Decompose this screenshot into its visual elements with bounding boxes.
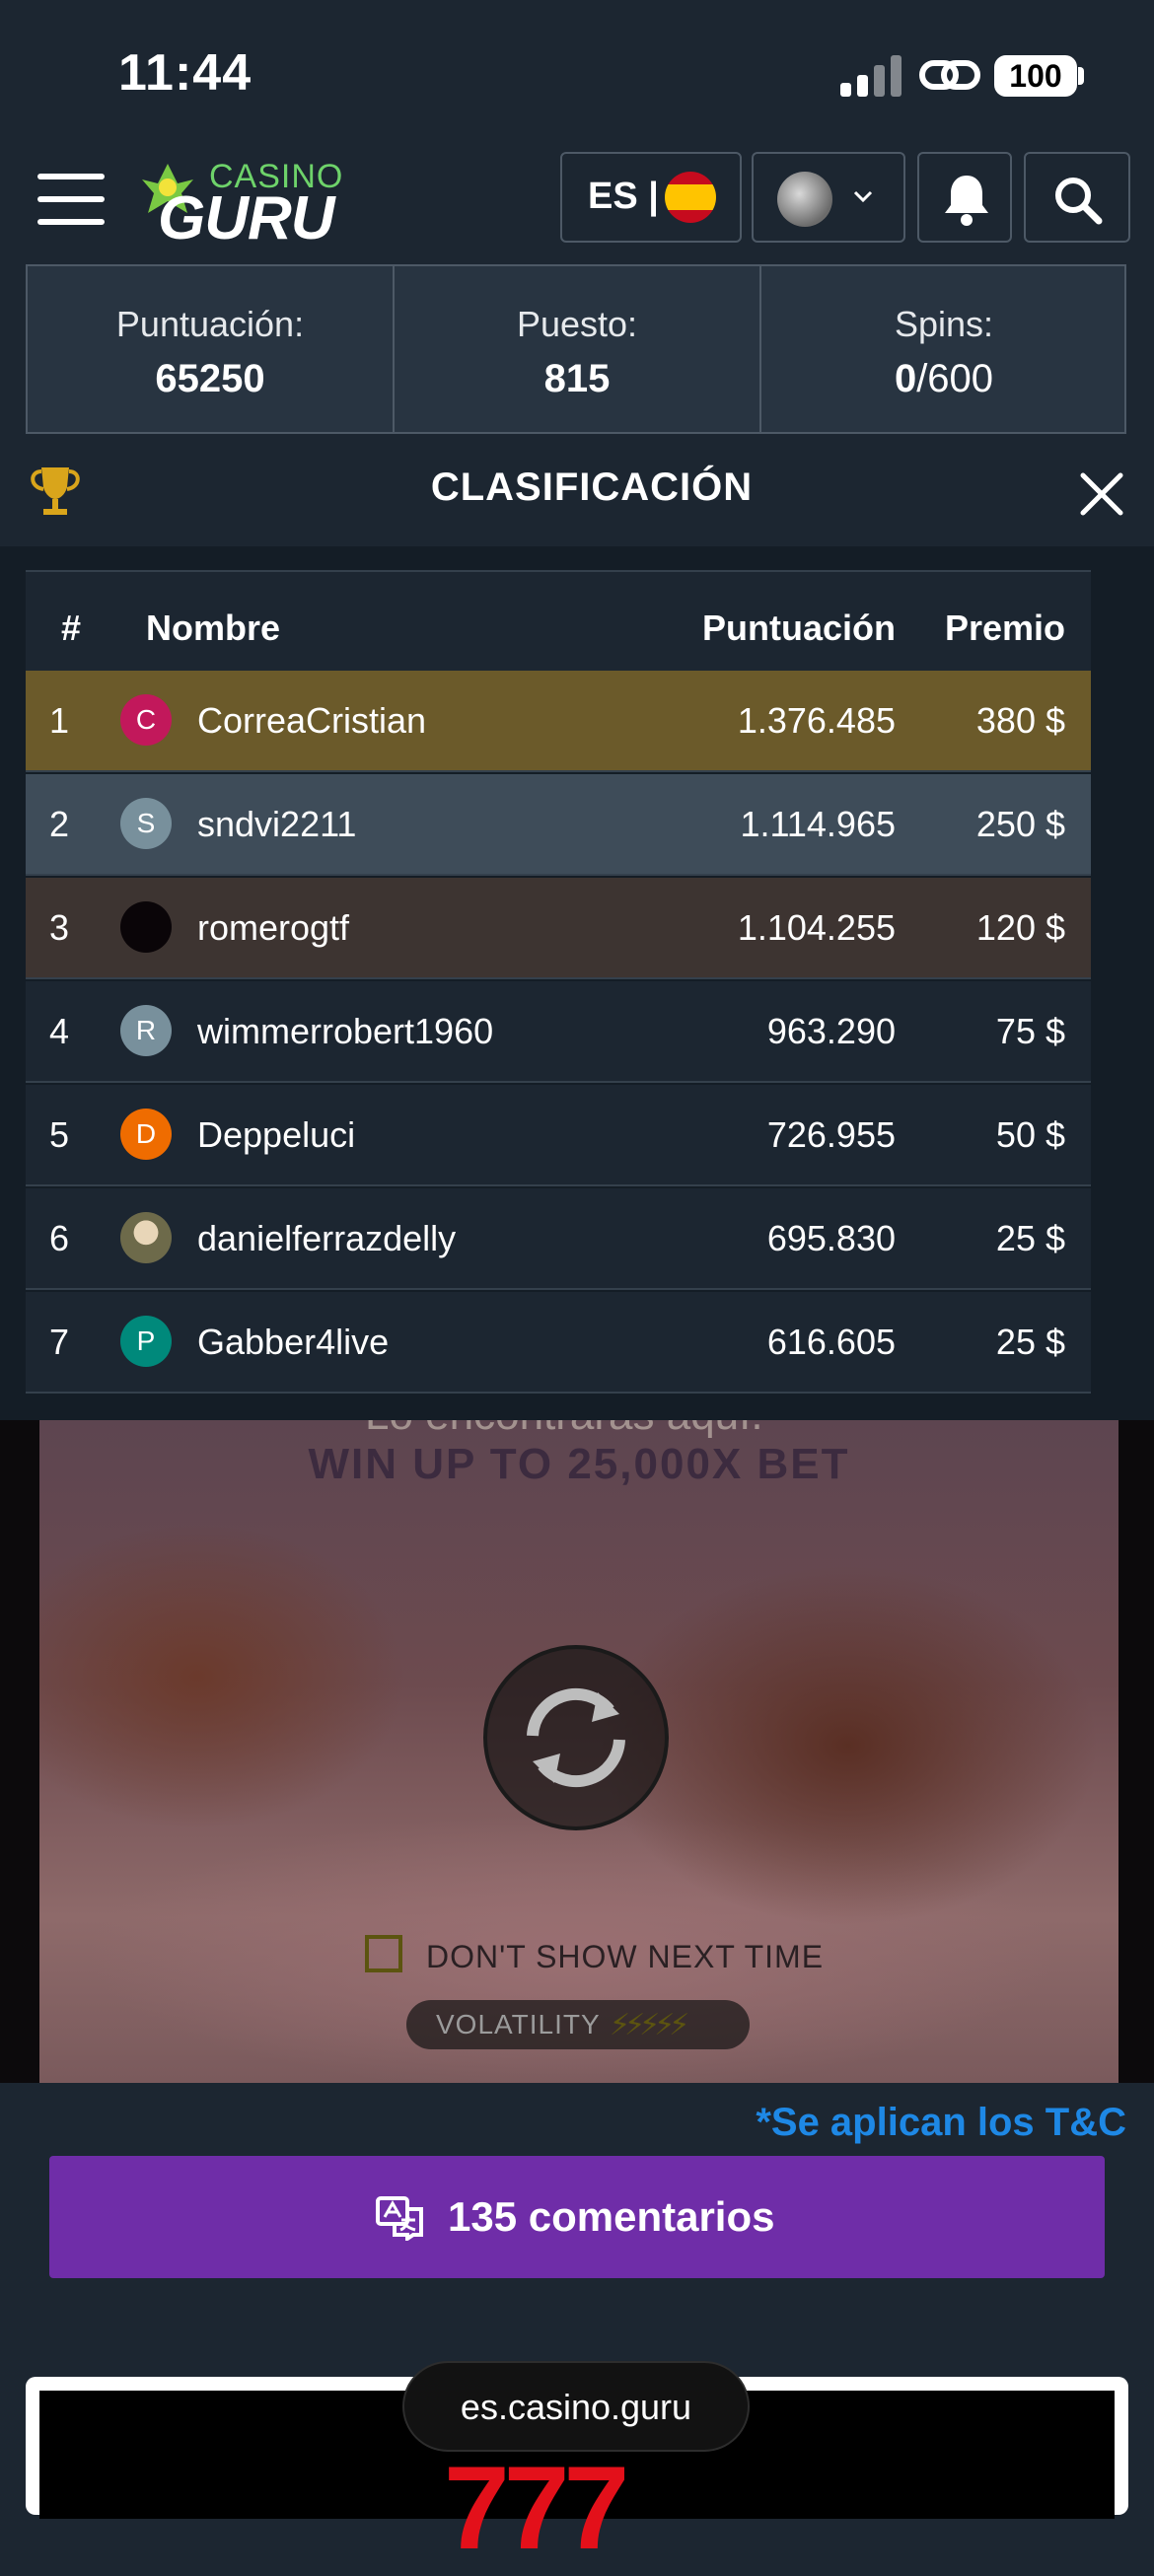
row-rank: 6: [49, 1218, 70, 1258]
game-preview[interactable]: Lo encontrarás aquí. WIN UP TO 25,000X B…: [0, 1420, 1154, 2083]
player-score: 963.290: [766, 1011, 896, 1051]
row-rank: 7: [49, 1322, 70, 1362]
sevens-logo: 777: [444, 2442, 629, 2574]
personal-hotspot-icon: [919, 60, 980, 90]
close-icon[interactable]: [1075, 467, 1128, 521]
game-artwork: Lo encontrarás aquí. WIN UP TO 25,000X B…: [39, 1420, 1118, 2083]
rank-cell: Puesto: 815: [395, 266, 759, 432]
spain-flag-icon: [665, 172, 716, 223]
translate-comments-icon: [376, 2196, 423, 2241]
table-row[interactable]: 1 C CorreaCristian 1.376.485 380 $: [26, 671, 1091, 772]
casino-guru-logo[interactable]: CASINO GURU: [138, 156, 345, 252]
leaderboard-title: CLASIFICACIÓN: [430, 465, 754, 509]
table-row[interactable]: 6 danielferrazdelly 695.830 25 $: [26, 1188, 1091, 1290]
user-menu-button[interactable]: [752, 152, 905, 243]
player-prize: 120 $: [975, 907, 1065, 948]
table-row[interactable]: 4 R wimmerrobert1960 963.290 75 $: [26, 981, 1091, 1083]
player-name: Deppeluci: [197, 1114, 356, 1155]
rank-value: 815: [543, 357, 611, 400]
terms-link[interactable]: *Se aplican los T&C: [756, 2101, 1126, 2145]
table-row[interactable]: 2 S sndvi2211 1.114.965 250 $: [26, 774, 1091, 876]
spins-value: 0/600: [761, 357, 1126, 401]
player-avatar: S: [120, 798, 172, 849]
table-row[interactable]: 7 P Gabber4live 616.605 25 $: [26, 1292, 1091, 1394]
volatility-label: VOLATILITY: [436, 2009, 601, 2039]
battery-tip: [1078, 67, 1084, 85]
player-score: 695.830: [766, 1218, 896, 1258]
player-name: wimmerrobert1960: [197, 1011, 494, 1051]
language-selector[interactable]: ES |: [560, 152, 742, 243]
user-avatar: [777, 172, 832, 227]
col-prize: Premio: [944, 608, 1065, 648]
score-value: 65250: [155, 357, 265, 400]
player-avatar: R: [120, 1005, 172, 1056]
url-text: es.casino.guru: [460, 2387, 692, 2427]
player-avatar: [120, 1212, 172, 1263]
spins-cell: Spins: 0/600: [761, 266, 1126, 432]
reload-icon[interactable]: [483, 1645, 669, 1830]
comments-button[interactable]: 135 comentarios: [49, 2156, 1105, 2278]
row-rank: 2: [49, 804, 70, 844]
player-avatar: C: [120, 694, 172, 746]
player-name: sndvi2211: [197, 804, 357, 844]
player-score: 726.955: [766, 1114, 896, 1155]
row-rank: 4: [49, 1011, 70, 1051]
player-prize: 75 $: [995, 1011, 1065, 1051]
game-banner-text: WIN UP TO 25,000X BET: [308, 1440, 850, 1488]
player-score: 1.376.485: [737, 700, 896, 741]
player-avatar: D: [120, 1109, 172, 1160]
battery-icon: 100: [994, 55, 1077, 97]
player-avatar: P: [120, 1316, 172, 1367]
spins-label: Spins:: [894, 304, 994, 344]
col-name: Nombre: [146, 608, 281, 648]
player-prize: 380 $: [975, 700, 1065, 741]
score-label: Puntuación:: [115, 304, 305, 344]
menu-icon[interactable]: [37, 174, 105, 225]
player-score: 1.104.255: [737, 907, 896, 948]
table-row[interactable]: 5 D Deppeluci 726.955 50 $: [26, 1085, 1091, 1186]
chevron-down-icon: [853, 190, 873, 203]
tournament-score-panel: Puntuación: 65250 Puesto: 815 Spins: 0/6…: [26, 264, 1126, 434]
language-label: ES |: [588, 176, 659, 217]
player-name: CorreaCristian: [197, 700, 427, 741]
search-button[interactable]: [1024, 152, 1130, 243]
player-name: Gabber4live: [197, 1322, 390, 1362]
cellular-signal-icon: [840, 55, 903, 97]
score-cell: Puntuación: 65250: [28, 266, 393, 432]
dont-show-label: DON'T SHOW NEXT TIME: [426, 1939, 825, 1974]
player-prize: 25 $: [995, 1218, 1065, 1258]
player-avatar: [120, 901, 172, 953]
status-time: 11:44: [118, 44, 252, 102]
row-rank: 5: [49, 1114, 70, 1155]
player-prize: 50 $: [995, 1114, 1065, 1155]
comments-label: 135 comentarios: [448, 2193, 775, 2240]
logo-guru-text: GURU: [158, 184, 335, 252]
rank-label: Puesto:: [516, 304, 638, 344]
col-rank: #: [61, 608, 82, 648]
lightning-icons: ⚡⚡⚡⚡⚡: [610, 2009, 689, 2041]
dont-show-checkbox[interactable]: [365, 1935, 402, 1972]
notifications-button[interactable]: [917, 152, 1012, 243]
player-name: romerogtf: [197, 907, 350, 948]
partially-hidden-text: Lo encontrarás aquí.: [365, 1420, 763, 1440]
search-icon: [1055, 178, 1103, 225]
volatility-badge: VOLATILITY ⚡⚡⚡⚡⚡: [406, 2000, 750, 2049]
browser-url-bar[interactable]: es.casino.guru: [402, 2361, 750, 2452]
bell-icon: [945, 176, 988, 226]
row-rank: 1: [49, 700, 70, 741]
table-header: # Nombre Puntuación Premio: [26, 570, 1091, 673]
player-prize: 250 $: [975, 804, 1065, 844]
col-score: Puntuación: [702, 608, 896, 648]
player-score: 616.605: [766, 1322, 896, 1362]
spins-used: 0: [894, 357, 917, 400]
row-rank: 3: [49, 907, 70, 948]
spins-total: /600: [916, 357, 994, 400]
table-row[interactable]: 3 romerogtf 1.104.255 120 $: [26, 878, 1091, 979]
player-prize: 25 $: [995, 1322, 1065, 1362]
player-score: 1.114.965: [740, 804, 896, 844]
player-name: danielferrazdelly: [197, 1218, 457, 1258]
